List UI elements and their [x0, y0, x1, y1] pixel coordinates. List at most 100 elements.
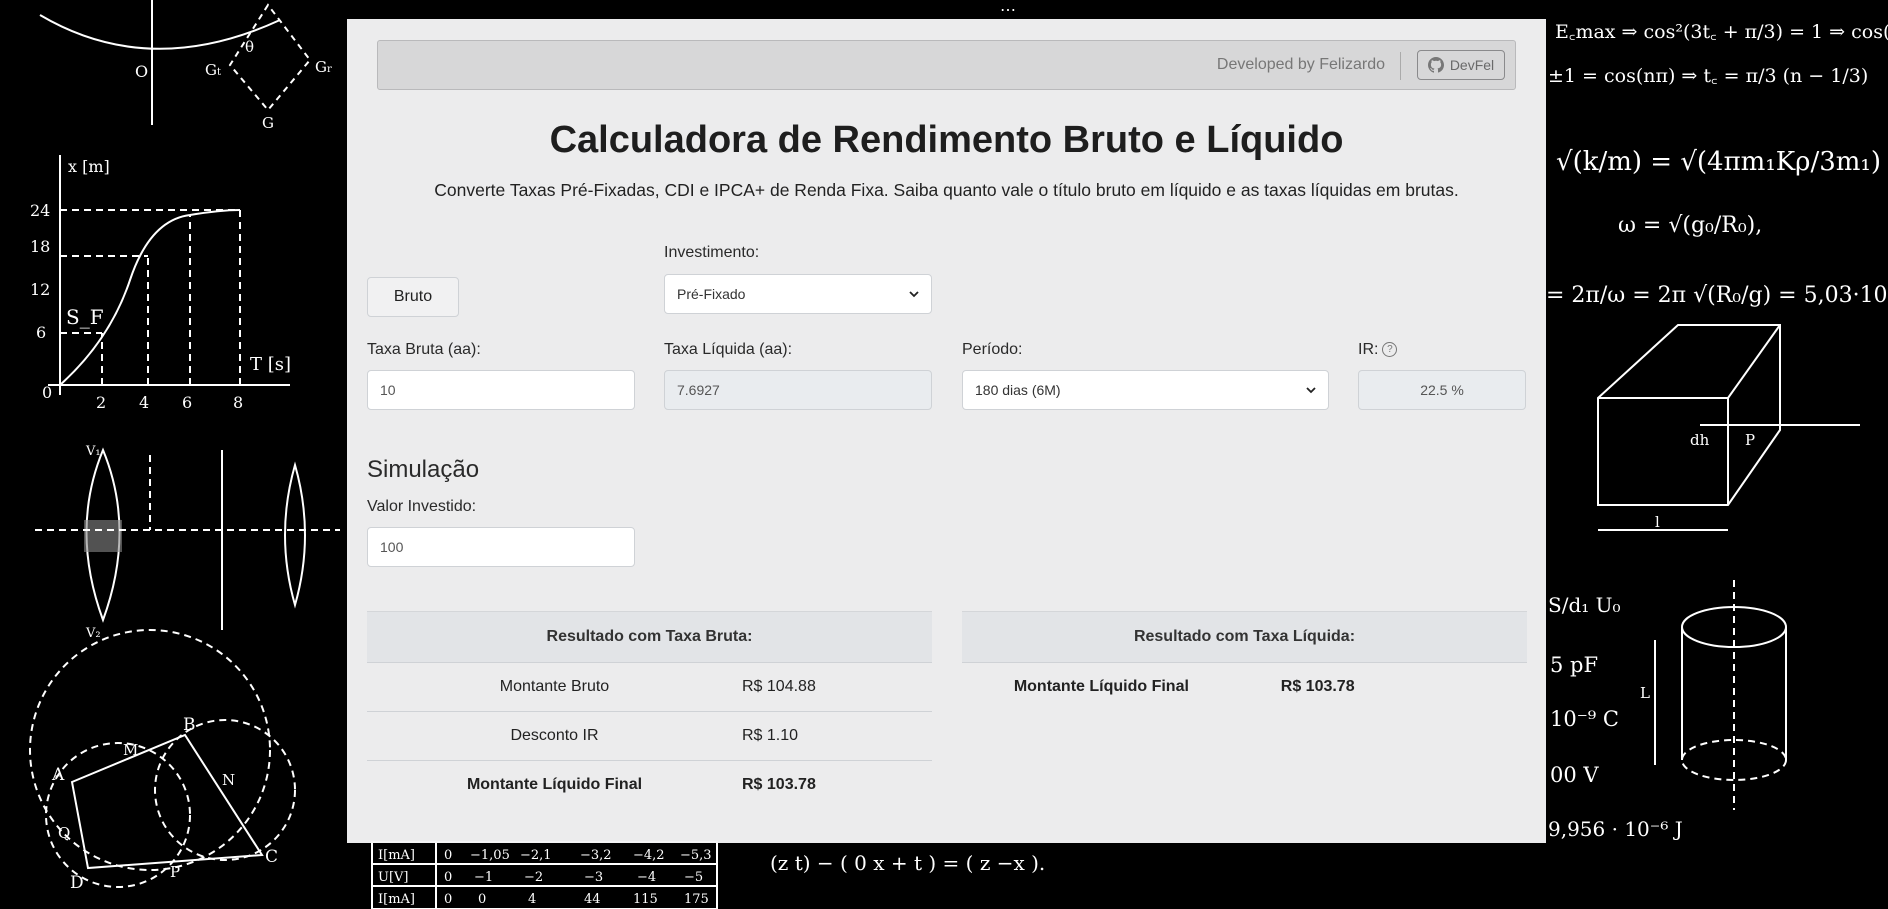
svg-text:I[mA]: I[mA]	[378, 848, 415, 863]
gross-rate-value: 10	[380, 382, 396, 398]
period-label: Período:	[962, 341, 1023, 358]
svg-text:Gt: Gt	[205, 61, 221, 79]
svg-text:10⁻⁹ C: 10⁻⁹ C	[1550, 707, 1619, 731]
row-value: R$ 1.10	[742, 727, 799, 744]
github-button-label: DevFel	[1449, 57, 1495, 73]
svg-text:175: 175	[684, 892, 709, 907]
period-select[interactable]: 180 dias (6M)	[962, 370, 1329, 410]
svg-text:4: 4	[528, 892, 536, 907]
row-value: R$ 103.78	[742, 776, 816, 793]
svg-text:−2: −2	[524, 870, 543, 885]
simulation-heading: Simulação	[367, 456, 480, 483]
svg-text:115: 115	[633, 892, 658, 907]
period-select-value: 180 dias (6M)	[975, 382, 1061, 398]
bg-circle-figure: A B C D M N Q P	[29, 629, 296, 893]
bg-cylinder-figure: L	[1640, 580, 1787, 810]
bg-label-o: O	[135, 62, 148, 81]
svg-text:√(k/m) = √(4πm₁Kρ/3m₁) = √(4πK: √(k/m) = √(4πm₁Kρ/3m₁) = √(4πKρ/3)	[1556, 147, 1888, 177]
svg-text:P: P	[170, 863, 180, 881]
svg-text:−1,05: −1,05	[470, 848, 510, 863]
gross-rate-input[interactable]: 10	[367, 370, 635, 410]
bg-box-figure: dh P l	[1597, 324, 1860, 531]
svg-text:00 V: 00 V	[1550, 763, 1599, 787]
svg-text:Q: Q	[58, 824, 70, 842]
svg-text:0: 0	[478, 892, 486, 907]
ir-rate-value: 22.5 %	[1420, 382, 1464, 398]
svg-text:G: G	[262, 114, 274, 132]
svg-text:18: 18	[30, 237, 50, 256]
investment-select-value: Pré-Fixado	[677, 286, 746, 302]
svg-text:−3,2: −3,2	[580, 848, 612, 863]
svg-text:8: 8	[233, 393, 243, 412]
bg-matrix-formula: (z t) − ( 0 x + t ) = ( z −x ).	[770, 851, 1045, 875]
invested-value: 100	[380, 539, 404, 555]
row-label: Desconto IR	[510, 727, 599, 744]
ir-rate-field: 22.5 %	[1358, 370, 1526, 410]
svg-text:6: 6	[182, 393, 192, 412]
svg-text:V₂: V₂	[85, 626, 101, 641]
svg-text:P: P	[1745, 431, 1755, 449]
svg-text:44: 44	[584, 892, 601, 907]
svg-text:0: 0	[444, 848, 452, 863]
net-rate-label: Taxa Líquida (aa):	[664, 341, 793, 358]
help-icon[interactable]: ?	[1382, 342, 1398, 358]
row-value: R$ 103.78	[1280, 678, 1355, 695]
svg-text:S_F: S_F	[66, 305, 104, 329]
svg-text:x [m]: x [m]	[68, 157, 110, 176]
svg-text:9,956 · 10⁻⁶ J: 9,956 · 10⁻⁶ J	[1548, 817, 1683, 841]
svg-text:I[mA]: I[mA]	[378, 892, 415, 907]
bg-graph: x [m] T [s] 24 18 12 6 0 2 4 6 8 S_F	[30, 155, 291, 412]
table-row: Montante Líquido Final R$ 103.78	[962, 662, 1527, 711]
navbar-divider	[1400, 52, 1401, 80]
svg-text:0: 0	[444, 870, 452, 885]
svg-text:2: 2	[96, 393, 106, 412]
svg-text:−5: −5	[684, 870, 703, 885]
svg-text:Gr: Gr	[315, 58, 332, 76]
svg-text:0: 0	[42, 383, 52, 402]
investment-select[interactable]: Pré-Fixado	[664, 274, 932, 314]
svg-text:E꜀max ⇒ cos²(3t꜀ + π/3) = 1 ⇒: E꜀max ⇒ cos²(3t꜀ + π/3) = 1 ⇒ cos(3	[1555, 21, 1888, 43]
svg-text:C: C	[265, 847, 278, 867]
svg-text:−3: −3	[584, 870, 603, 885]
gross-result-header: Resultado com Taxa Bruta:	[367, 611, 932, 662]
svg-text:L: L	[1640, 684, 1650, 702]
page-subtitle: Converte Taxas Pré-Fixadas, CDI e IPCA+ …	[434, 180, 1459, 200]
svg-text:12: 12	[30, 280, 50, 299]
svg-text:T [s]: T [s]	[250, 354, 291, 375]
svg-text:5 pF: 5 pF	[1550, 653, 1598, 677]
investment-label: Investimento:	[664, 244, 760, 261]
invested-value-input[interactable]: 100	[367, 527, 635, 567]
net-rate-input: 7.6927	[664, 370, 932, 410]
svg-text:0: 0	[444, 892, 452, 907]
page-title: Calculadora de Rendimento Bruto e Líquid…	[549, 119, 1344, 161]
chevron-down-icon	[909, 291, 919, 298]
net-rate-value: 7.6927	[677, 382, 720, 398]
table-row: Montante Bruto R$ 104.88	[367, 662, 932, 711]
svg-text:N: N	[222, 771, 235, 789]
mode-toggle-button[interactable]: Bruto	[367, 277, 459, 317]
svg-text:U[V]: U[V]	[378, 870, 409, 885]
calculator-panel: Developed by Felizardo DevFel Calculador…	[347, 19, 1546, 843]
developer-credit: Developed by Felizardo	[1216, 56, 1385, 73]
row-value: R$ 104.88	[742, 678, 816, 695]
svg-text:6: 6	[36, 323, 46, 342]
svg-text:S/d₁ U₀: S/d₁ U₀	[1548, 593, 1621, 617]
ir-label-group: IR:?	[1358, 341, 1398, 359]
svg-text:⋯: ⋯	[1000, 0, 1016, 19]
svg-text:−4,2: −4,2	[633, 848, 665, 863]
gross-result-table: Resultado com Taxa Bruta: Montante Bruto…	[367, 611, 932, 809]
svg-text:dh: dh	[1690, 431, 1710, 449]
svg-text:−1: −1	[474, 870, 493, 885]
row-label: Montante Líquido Final	[466, 776, 643, 793]
svg-text:24: 24	[30, 201, 50, 220]
bg-data-table: I[mA] 0 −1,05 −2,1 −3,2 −4,2 −5,3 U[V] 0…	[371, 841, 718, 909]
table-row: Desconto IR R$ 1.10	[367, 711, 932, 760]
github-button[interactable]: DevFel	[1417, 50, 1505, 80]
github-icon	[1427, 57, 1444, 73]
svg-text:4: 4	[139, 393, 149, 412]
svg-text:−5,3: −5,3	[680, 848, 712, 863]
svg-text:θ: θ	[245, 38, 254, 56]
net-result-table: Resultado com Taxa Líquida: Montante Líq…	[962, 611, 1527, 711]
svg-text:V₁: V₁	[85, 444, 101, 459]
svg-text:±1 = cos(nπ) ⇒ t꜀ = π/3 (n − 1: ±1 = cos(nπ) ⇒ t꜀ = π/3 (n − 1/3)	[1548, 65, 1868, 87]
